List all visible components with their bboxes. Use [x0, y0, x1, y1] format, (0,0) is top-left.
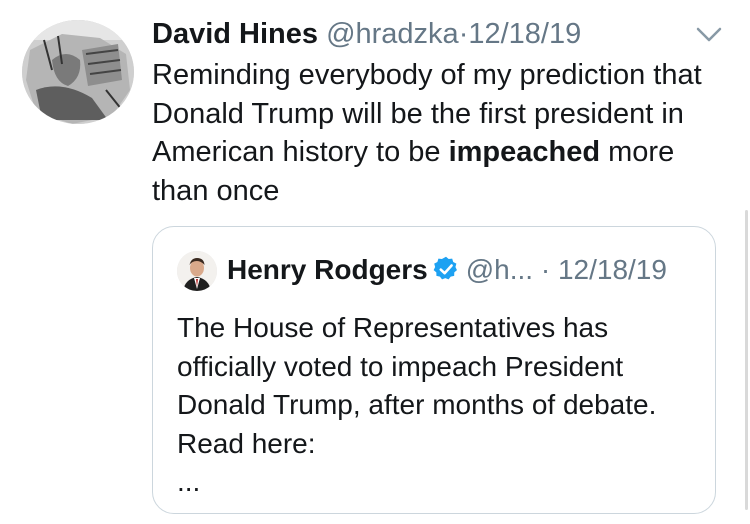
- quoted-avatar-image: [177, 251, 217, 291]
- author-handle[interactable]: @hradzka: [326, 18, 459, 50]
- author-avatar[interactable]: [22, 20, 134, 124]
- quoted-tweet-header: Henry Rodgers @h... · 12/18/19: [227, 252, 667, 288]
- quoted-author-avatar: [177, 251, 217, 291]
- verified-badge-icon: [433, 256, 457, 280]
- tweet-text: Reminding everybody of my prediction tha…: [152, 56, 712, 210]
- header-separator: ·: [458, 18, 469, 50]
- quoted-tweet-body: The House of Representatives has officia…: [177, 312, 657, 459]
- quoted-author-name: Henry Rodgers: [227, 254, 428, 285]
- quoted-author-handle: @h...: [465, 254, 534, 285]
- tweet-text-bold: impeached: [448, 136, 601, 168]
- quoted-tweet-text: The House of Representatives has officia…: [177, 309, 697, 502]
- quoted-header-separator: ·: [540, 254, 551, 285]
- tweet-header: David Hines @hradzka·12/18/19: [152, 16, 581, 52]
- tweet-date[interactable]: 12/18/19: [468, 18, 581, 50]
- chevron-down-icon[interactable]: [694, 22, 724, 46]
- quoted-tweet-date: 12/18/19: [557, 254, 667, 285]
- author-name[interactable]: David Hines: [152, 18, 318, 50]
- quoted-tweet-truncation: ...: [177, 466, 201, 497]
- scrollbar[interactable]: [745, 210, 748, 510]
- author-avatar-image: [22, 20, 134, 124]
- quoted-tweet-card[interactable]: Henry Rodgers @h... · 12/18/19 The House …: [152, 226, 716, 514]
